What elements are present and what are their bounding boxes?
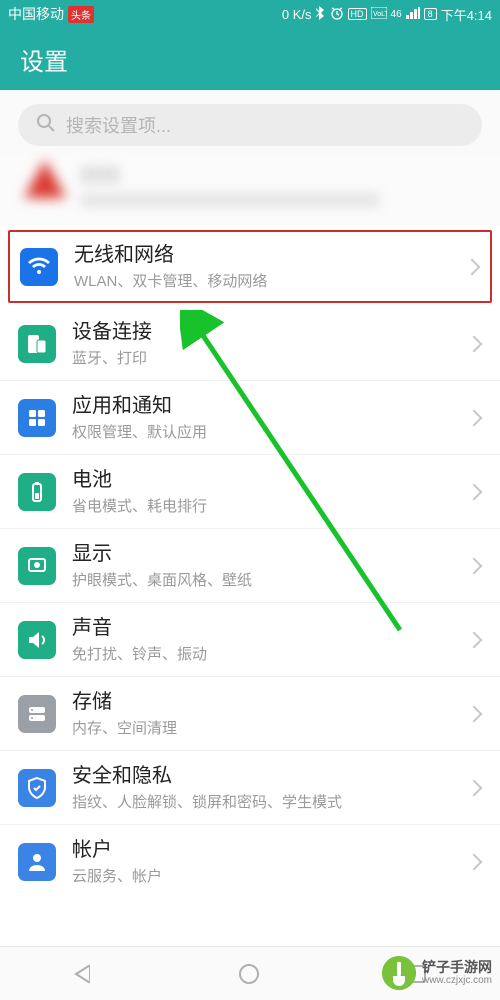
profile-name-blurred xyxy=(80,166,120,184)
apps-icon xyxy=(18,399,56,437)
chevron-right-icon xyxy=(464,258,481,275)
signal-icon xyxy=(406,7,420,22)
item-sub: 指纹、人脸解锁、锁屏和密码、学生模式 xyxy=(72,791,468,812)
item-sub: 蓝牙、打印 xyxy=(72,347,468,368)
watermark-name: 铲子手游网 xyxy=(422,960,492,975)
item-apps-notifications[interactable]: 应用和通知 权限管理、默认应用 xyxy=(0,381,500,455)
item-title: 安全和隐私 xyxy=(72,763,468,789)
item-title: 显示 xyxy=(72,541,468,567)
item-battery[interactable]: 电池 省电模式、耗电排行 xyxy=(0,455,500,529)
sound-icon xyxy=(18,621,56,659)
search-icon xyxy=(36,113,56,138)
search-container: 搜索设置项... xyxy=(0,90,500,156)
battery-icon xyxy=(18,473,56,511)
item-storage[interactable]: 存储 内存、空间清理 xyxy=(0,677,500,751)
item-sound[interactable]: 声音 免打扰、铃声、振动 xyxy=(0,603,500,677)
item-sub: 护眼模式、桌面风格、壁纸 xyxy=(72,569,468,590)
item-sub: 免打扰、铃声、振动 xyxy=(72,643,468,664)
storage-icon xyxy=(18,695,56,733)
item-device-connection[interactable]: 设备连接 蓝牙、打印 xyxy=(0,307,500,381)
nav-back-button[interactable] xyxy=(74,964,90,984)
search-placeholder: 搜索设置项... xyxy=(66,112,171,138)
item-title: 设备连接 xyxy=(72,319,468,345)
item-title: 无线和网络 xyxy=(74,242,466,268)
item-wireless-networks[interactable]: 无线和网络 WLAN、双卡管理、移动网络 xyxy=(8,230,492,303)
watermark-url: www.czjxjc.com xyxy=(422,975,492,986)
avatar xyxy=(24,160,66,202)
chevron-right-icon xyxy=(466,409,483,426)
item-sub: 权限管理、默认应用 xyxy=(72,421,468,442)
search-input[interactable]: 搜索设置项... xyxy=(18,104,482,146)
clock: 下午4:14 xyxy=(441,5,492,24)
battery-icon: 8 xyxy=(424,8,437,20)
chevron-right-icon xyxy=(466,335,483,352)
alarm-icon xyxy=(330,6,344,23)
wifi-icon xyxy=(20,248,58,286)
item-accounts[interactable]: 帐户 云服务、帐户 xyxy=(0,825,500,898)
chevron-right-icon xyxy=(466,853,483,870)
hd-icon: HD xyxy=(348,8,367,20)
item-sub: 省电模式、耗电排行 xyxy=(72,495,468,516)
volte-icon: VoLTE xyxy=(371,7,387,22)
chevron-right-icon xyxy=(466,705,483,722)
item-security-privacy[interactable]: 安全和隐私 指纹、人脸解锁、锁屏和密码、学生模式 xyxy=(0,751,500,825)
profile-card[interactable] xyxy=(0,156,500,226)
page-title: 设置 xyxy=(20,42,68,77)
chevron-right-icon xyxy=(466,483,483,500)
chevron-right-icon xyxy=(466,557,483,574)
item-sub: 内存、空间清理 xyxy=(72,717,468,738)
item-sub: 云服务、帐户 xyxy=(72,865,468,886)
chevron-right-icon xyxy=(466,779,483,796)
watermark-logo xyxy=(382,956,416,990)
item-sub: WLAN、双卡管理、移动网络 xyxy=(74,270,466,291)
carrier-label: 中国移动 xyxy=(8,4,64,24)
bluetooth-icon xyxy=(316,6,326,23)
page-header: 设置 xyxy=(0,28,500,90)
shield-icon xyxy=(18,769,56,807)
item-title: 电池 xyxy=(72,467,468,493)
settings-list: 无线和网络 WLAN、双卡管理、移动网络 设备连接 蓝牙、打印 应用和通知 权限… xyxy=(0,230,500,898)
item-display[interactable]: 显示 护眼模式、桌面风格、壁纸 xyxy=(0,529,500,603)
display-icon xyxy=(18,547,56,585)
nav-home-button[interactable] xyxy=(239,964,259,984)
account-icon xyxy=(18,843,56,881)
item-title: 应用和通知 xyxy=(72,393,468,419)
network-type: 46 xyxy=(391,9,402,20)
svg-text:VoLTE: VoLTE xyxy=(373,11,387,18)
item-title: 声音 xyxy=(72,615,468,641)
item-title: 帐户 xyxy=(72,837,468,863)
status-bar: 中国移动 头条 0 K/s HD VoLTE 46 8 下午4:14 xyxy=(0,0,500,28)
chevron-right-icon xyxy=(466,631,483,648)
watermark: 铲子手游网 www.czjxjc.com xyxy=(374,946,500,1000)
net-speed: 0 K/s xyxy=(282,7,312,22)
profile-sub-blurred xyxy=(80,192,380,208)
carrier-badge: 头条 xyxy=(68,6,94,23)
device-icon xyxy=(18,325,56,363)
item-title: 存储 xyxy=(72,689,468,715)
